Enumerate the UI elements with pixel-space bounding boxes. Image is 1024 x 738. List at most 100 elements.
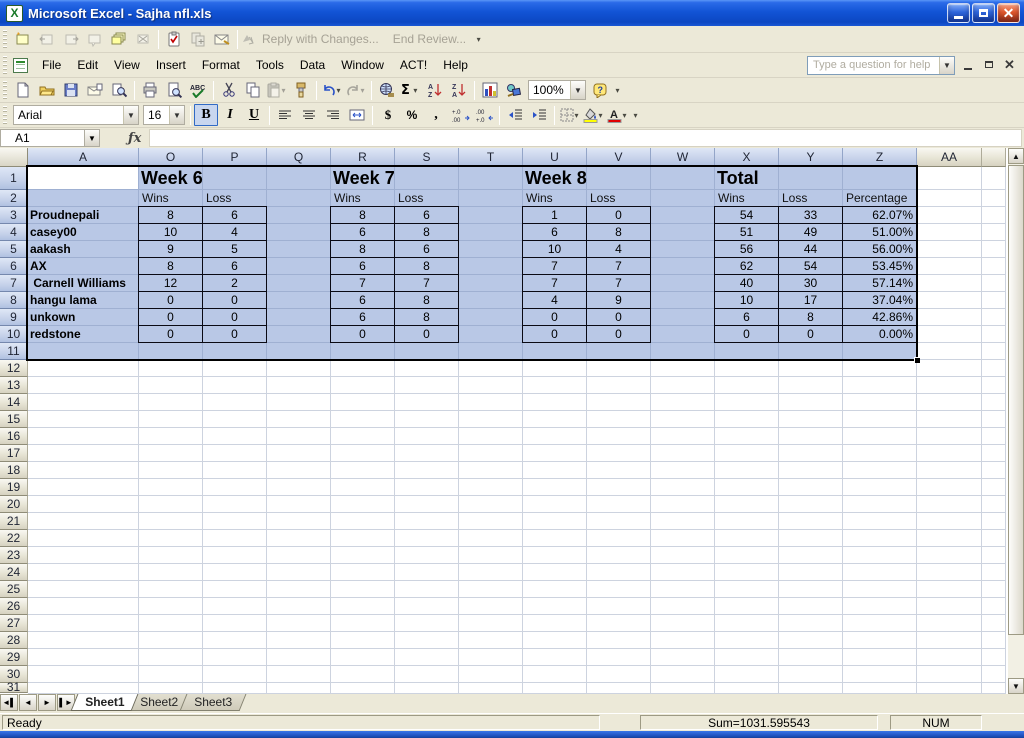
- active-cell-A1[interactable]: [28, 167, 138, 189]
- scroll-down-icon[interactable]: ▼: [1008, 678, 1024, 694]
- col-header-partial[interactable]: [982, 148, 1006, 167]
- player-name-carnell-williams[interactable]: Carnell Williams: [28, 275, 139, 292]
- cell-Z5[interactable]: 56.00%: [842, 240, 917, 258]
- cell-R9[interactable]: 6: [330, 308, 395, 326]
- name-box[interactable]: A1: [0, 129, 84, 147]
- player-name-casey00[interactable]: casey00: [28, 224, 139, 241]
- save-icon[interactable]: [59, 79, 83, 101]
- row-header-7[interactable]: 7: [0, 275, 28, 292]
- cell-P9[interactable]: 0: [202, 308, 267, 326]
- cell-P6[interactable]: 6: [202, 257, 267, 275]
- cell-V6[interactable]: 7: [586, 257, 651, 275]
- cell-X9[interactable]: 6: [714, 308, 779, 326]
- cell-Y4[interactable]: 49: [778, 223, 843, 241]
- row-header-17[interactable]: 17: [0, 445, 28, 462]
- new-comment-icon[interactable]: [11, 28, 35, 50]
- underline-button[interactable]: U: [242, 104, 266, 126]
- chevron-down-icon[interactable]: ▼: [123, 106, 138, 124]
- print-icon[interactable]: [138, 79, 162, 101]
- redo-icon[interactable]: ▾: [344, 79, 368, 101]
- insert-hyperlink-icon[interactable]: [375, 79, 399, 101]
- col-header-V[interactable]: V: [587, 148, 651, 167]
- col-header-P[interactable]: P: [203, 148, 267, 167]
- row-header-19[interactable]: 19: [0, 479, 28, 496]
- font-name-combo[interactable]: Arial ▼: [13, 105, 139, 125]
- player-name-proudnepali[interactable]: Proudnepali: [28, 207, 139, 224]
- cell-U3[interactable]: 1: [522, 206, 587, 224]
- row-header-9[interactable]: 9: [0, 309, 28, 326]
- row-header-4[interactable]: 4: [0, 224, 28, 241]
- copy-icon[interactable]: [241, 79, 265, 101]
- cell-U9[interactable]: 0: [522, 308, 587, 326]
- cell-U5[interactable]: 10: [522, 240, 587, 258]
- cell-R6[interactable]: 6: [330, 257, 395, 275]
- status-sum[interactable]: Sum=1031.595543: [708, 716, 810, 730]
- row-header-14[interactable]: 14: [0, 394, 28, 411]
- help-icon[interactable]: ?: [588, 79, 612, 101]
- row-header-6[interactable]: 6: [0, 258, 28, 275]
- bold-button[interactable]: B: [194, 104, 218, 126]
- row-header-11[interactable]: 11: [0, 343, 28, 360]
- cell-Z10[interactable]: 0.00%: [842, 325, 917, 343]
- cell-O5[interactable]: 9: [138, 240, 203, 258]
- zoom-combo[interactable]: 100% ▼: [528, 80, 586, 100]
- cell-X4[interactable]: 51: [714, 223, 779, 241]
- chevron-down-icon[interactable]: ▼: [169, 106, 184, 124]
- email-icon[interactable]: [83, 79, 107, 101]
- cell-Z3[interactable]: 62.07%: [842, 206, 917, 224]
- col-header-R[interactable]: R: [331, 148, 395, 167]
- cell-O6[interactable]: 8: [138, 257, 203, 275]
- autosum-icon[interactable]: Σ▾: [399, 79, 423, 101]
- cell-P8[interactable]: 0: [202, 291, 267, 309]
- cell-X6[interactable]: 62: [714, 257, 779, 275]
- row-header-12[interactable]: 12: [0, 360, 28, 377]
- cell-Y10[interactable]: 0: [778, 325, 843, 343]
- toolbar-grip[interactable]: [3, 81, 7, 99]
- row-header-13[interactable]: 13: [0, 377, 28, 394]
- row-header-10[interactable]: 10: [0, 326, 28, 343]
- row-header-16[interactable]: 16: [0, 428, 28, 445]
- delete-comment-icon[interactable]: [131, 28, 155, 50]
- decrease-indent-icon[interactable]: [503, 104, 527, 126]
- cell-R10[interactable]: 0: [330, 325, 395, 343]
- window-restore-button[interactable]: [972, 3, 995, 23]
- menu-act[interactable]: ACT!: [392, 54, 435, 76]
- cell-S8[interactable]: 8: [394, 291, 459, 309]
- cell-Z7[interactable]: 57.14%: [842, 274, 917, 292]
- menu-tools[interactable]: Tools: [248, 54, 292, 76]
- player-name-unkown[interactable]: unkown: [28, 309, 139, 326]
- document-close-button[interactable]: ✕: [1001, 58, 1018, 73]
- cell-X5[interactable]: 56: [714, 240, 779, 258]
- show-hide-comment-icon[interactable]: [83, 28, 107, 50]
- row-header-24[interactable]: 24: [0, 564, 28, 581]
- cell-S5[interactable]: 6: [394, 240, 459, 258]
- open-icon[interactable]: [35, 79, 59, 101]
- cell-P10[interactable]: 0: [202, 325, 267, 343]
- formula-input[interactable]: [149, 129, 1022, 147]
- col-header-X[interactable]: X: [715, 148, 779, 167]
- cell-S4[interactable]: 8: [394, 223, 459, 241]
- spreadsheet-grid[interactable]: AOPQRSTUVWXYZAA1234567891011121314151617…: [0, 148, 1024, 694]
- row-header-31[interactable]: 31: [0, 683, 28, 693]
- cell-Z8[interactable]: 37.04%: [842, 291, 917, 309]
- cell-P3[interactable]: 6: [202, 206, 267, 224]
- cell-U6[interactable]: 7: [522, 257, 587, 275]
- menu-format[interactable]: Format: [194, 54, 248, 76]
- align-center-icon[interactable]: [297, 104, 321, 126]
- row-header-21[interactable]: 21: [0, 513, 28, 530]
- menu-help[interactable]: Help: [435, 54, 476, 76]
- row-header-20[interactable]: 20: [0, 496, 28, 513]
- reply-with-changes-button[interactable]: Reply with Changes...: [255, 32, 386, 46]
- cell-R4[interactable]: 6: [330, 223, 395, 241]
- menu-data[interactable]: Data: [292, 54, 333, 76]
- row-header-8[interactable]: 8: [0, 292, 28, 309]
- align-right-icon[interactable]: [321, 104, 345, 126]
- update-file-icon[interactable]: [186, 28, 210, 50]
- menu-window[interactable]: Window: [333, 54, 392, 76]
- window-close-button[interactable]: ✕: [997, 3, 1020, 23]
- undo-icon[interactable]: ▾: [320, 79, 344, 101]
- cell-P5[interactable]: 5: [202, 240, 267, 258]
- col-header-A[interactable]: A: [28, 148, 139, 167]
- cut-icon[interactable]: [217, 79, 241, 101]
- previous-comment-icon[interactable]: [35, 28, 59, 50]
